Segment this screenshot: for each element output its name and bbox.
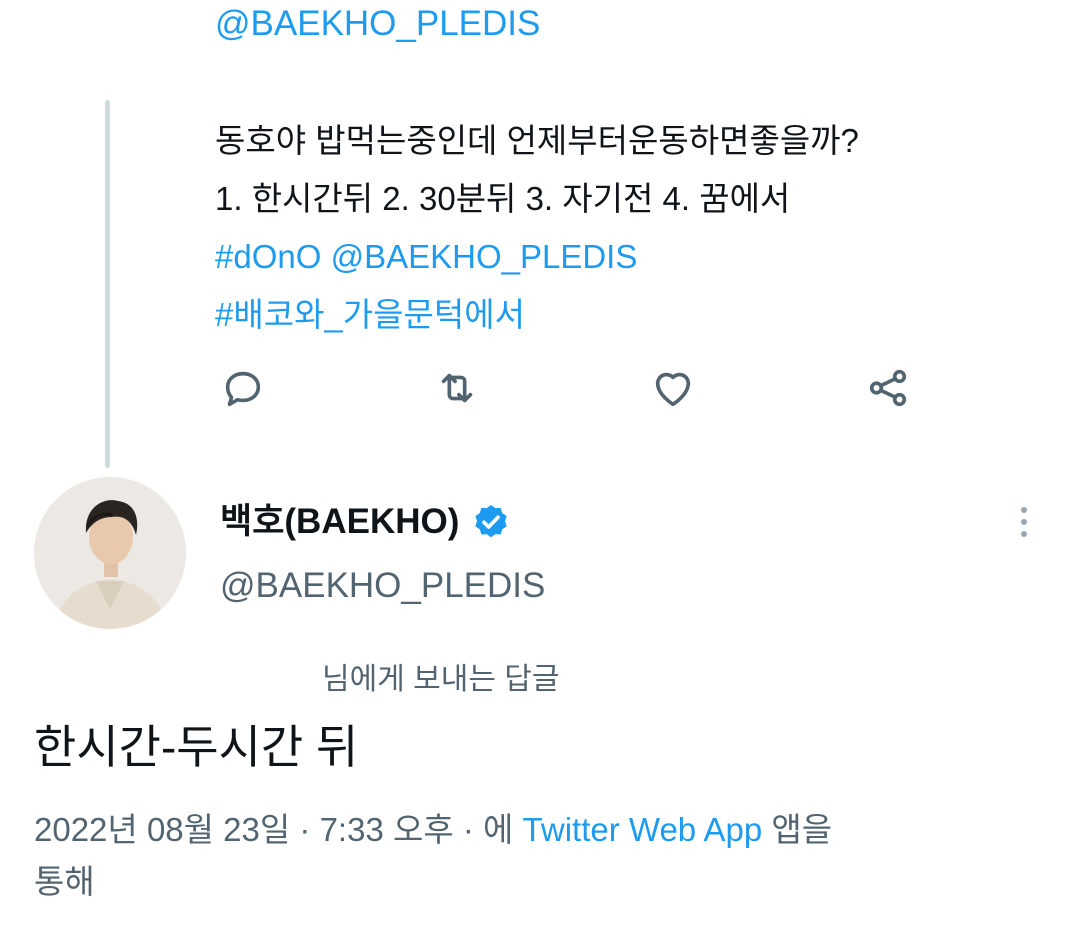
heart-icon xyxy=(655,372,691,407)
thread-connector-line xyxy=(105,100,110,468)
like-button[interactable] xyxy=(645,360,701,416)
source-app-link[interactable]: Twitter Web App xyxy=(523,811,763,848)
hashtag-link[interactable]: #배코와_가을문턱에서 xyxy=(215,296,525,333)
tweet-text-line: 1. 한시간뒤 2. 30분뒤 3. 자기전 4. 꿈에서 xyxy=(215,180,791,217)
more-vertical-icon xyxy=(1021,507,1027,513)
profile-photo xyxy=(34,477,186,629)
verified-badge-icon xyxy=(475,505,508,538)
display-name-text: 백호(BAEKHO) xyxy=(220,502,460,541)
reply-icon xyxy=(225,371,261,407)
retweet-icon xyxy=(441,373,473,403)
timestamp[interactable]: 2022년 08월 23일 · 7:33 오후 · 에 xyxy=(34,811,513,848)
source-suffix: 통해 xyxy=(34,863,95,900)
mention-link[interactable]: @BAEKHO_PLEDIS xyxy=(331,238,638,275)
user-handle[interactable]: @BAEKHO_PLEDIS xyxy=(220,560,545,612)
retweet-button[interactable] xyxy=(429,360,485,416)
reply-button[interactable] xyxy=(215,360,271,416)
tweet-link-line: #배코와_가을문턱에서 xyxy=(215,286,859,344)
parent-tweet-text: 동호야 밥먹는중인데 언제부터운동하면좋을까? 1. 한시간뒤 2. 30분뒤 … xyxy=(215,112,859,344)
hashtag-link[interactable]: #dOnO xyxy=(215,238,321,275)
more-options-button[interactable] xyxy=(1004,500,1044,544)
tweet-text-line: 동호야 밥먹는중인데 언제부터운동하면좋을까? xyxy=(215,122,859,159)
share-icon xyxy=(869,369,907,407)
display-name[interactable]: 백호(BAEKHO) xyxy=(220,496,511,548)
avatar[interactable] xyxy=(34,477,186,629)
replying-to-label: 님에게 보내는 답글 xyxy=(322,663,560,696)
tweet-link-line: #dOnO @BAEKHO_PLEDIS xyxy=(215,228,859,286)
reply-tweet-text: 한시간-두시간 뒤 xyxy=(34,721,359,773)
mention-link-top[interactable]: @BAEKHO_PLEDIS xyxy=(215,2,540,46)
more-vertical-icon xyxy=(1021,519,1027,525)
source-suffix: 앱을 xyxy=(771,811,833,848)
tweet-detail-page: @BAEKHO_PLEDIS 동호야 밥먹는중인데 언제부터운동하면좋을까? 1… xyxy=(0,0,1080,932)
tweet-metadata: 2022년 08월 23일 · 7:33 오후 · 에 Twitter Web … xyxy=(34,804,1034,908)
more-vertical-icon xyxy=(1021,531,1027,537)
share-button[interactable] xyxy=(860,360,916,416)
tweet-action-bar xyxy=(215,360,935,416)
